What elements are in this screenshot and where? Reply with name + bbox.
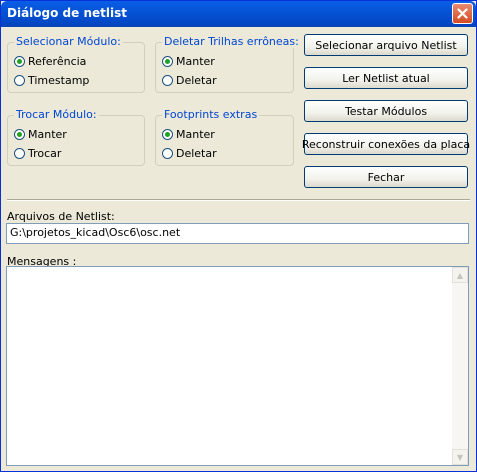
- radio-delete-footprints-icon[interactable]: [162, 148, 173, 159]
- read-netlist-button[interactable]: Ler Netlist atual: [304, 67, 468, 89]
- netlist-files-label: Arquivos de Netlist:: [7, 210, 115, 223]
- close-button[interactable]: Fechar: [304, 166, 468, 188]
- close-icon: [457, 8, 468, 19]
- window-title: Diálogo de netlist: [7, 6, 127, 20]
- radio-reference-label: Referência: [28, 55, 87, 68]
- radio-timestamp-icon[interactable]: [14, 75, 25, 86]
- radio-keep-footprints-label: Manter: [176, 128, 215, 141]
- close-window-button[interactable]: [452, 3, 473, 24]
- change-module-group: Trocar Módulo: Manter Trocar: [7, 108, 145, 166]
- extra-footprints-title: Footprints extras: [162, 108, 260, 121]
- messages-scrollbar[interactable]: ▲ ▼: [452, 267, 468, 465]
- arrow-up-icon: ▲: [456, 270, 464, 280]
- delete-tracks-title: Deletar Trilhas errôneas:: [162, 35, 301, 48]
- change-module-title: Trocar Módulo:: [14, 108, 99, 121]
- select-netlist-button[interactable]: Selecionar arquivo Netlist: [304, 34, 468, 56]
- netlist-dialog: Diálogo de netlist Selecionar Módulo: Re…: [0, 0, 477, 472]
- radio-change-module-icon[interactable]: [14, 148, 25, 159]
- radio-delete-tracks[interactable]: Deletar: [162, 74, 217, 87]
- radio-keep-footprints-selected-icon[interactable]: [162, 129, 173, 140]
- delete-tracks-group: Deletar Trilhas errôneas: Manter Deletar: [155, 35, 301, 93]
- extra-footprints-group: Footprints extras Manter Deletar: [155, 108, 294, 166]
- radio-delete-tracks-label: Deletar: [176, 74, 217, 87]
- radio-keep-tracks-label: Manter: [176, 55, 215, 68]
- select-module-group: Selecionar Módulo: Referência Timestamp: [7, 35, 145, 93]
- rebuild-connections-button[interactable]: Reconstruir conexões da placa: [302, 133, 470, 155]
- test-modules-button[interactable]: Testar Módulos: [304, 100, 468, 122]
- radio-delete-footprints[interactable]: Deletar: [162, 147, 217, 160]
- radio-reference-selected-icon[interactable]: [14, 56, 25, 67]
- select-module-title: Selecionar Módulo:: [14, 35, 123, 48]
- radio-keep-tracks[interactable]: Manter: [162, 55, 215, 68]
- radio-timestamp[interactable]: Timestamp: [14, 74, 89, 87]
- radio-change-module[interactable]: Trocar: [14, 147, 61, 160]
- scroll-up-button[interactable]: ▲: [452, 267, 468, 283]
- radio-keep-footprints[interactable]: Manter: [162, 128, 215, 141]
- scroll-down-button[interactable]: ▼: [452, 449, 468, 465]
- radio-delete-tracks-icon[interactable]: [162, 75, 173, 86]
- radio-reference[interactable]: Referência: [14, 55, 86, 68]
- netlist-file-input[interactable]: G:\projetos_kicad\Osc6\osc.net: [6, 223, 469, 244]
- radio-keep-module-label: Manter: [28, 128, 67, 141]
- arrow-down-icon: ▼: [456, 452, 464, 462]
- radio-keep-module-selected-icon[interactable]: [14, 129, 25, 140]
- radio-timestamp-label: Timestamp: [28, 74, 90, 87]
- title-bar[interactable]: Diálogo de netlist: [1, 1, 476, 27]
- radio-change-module-label: Trocar: [28, 147, 62, 160]
- radio-keep-module[interactable]: Manter: [14, 128, 67, 141]
- radio-keep-tracks-selected-icon[interactable]: [162, 56, 173, 67]
- messages-textarea[interactable]: ▲ ▼: [6, 266, 469, 466]
- radio-delete-footprints-label: Deletar: [176, 147, 217, 160]
- separator: [7, 199, 470, 201]
